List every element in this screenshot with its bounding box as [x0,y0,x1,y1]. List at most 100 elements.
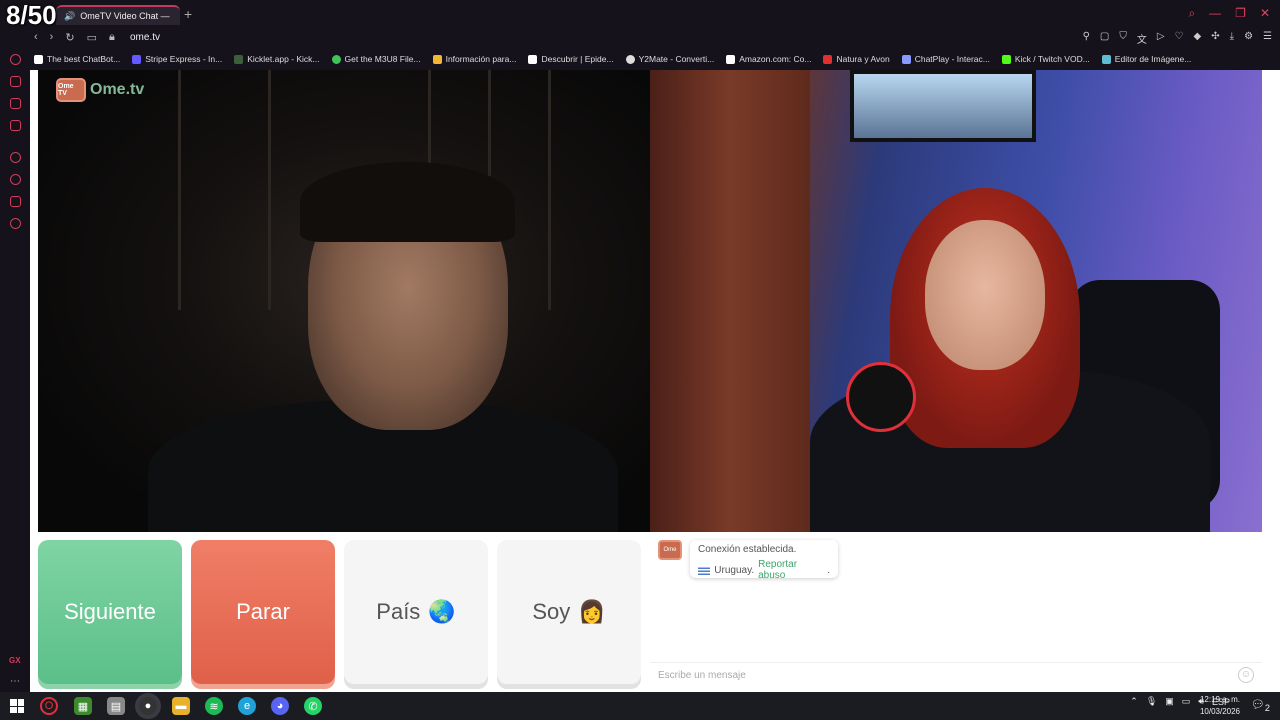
lock-icon: 🔒︎ [108,31,115,43]
bookmark[interactable]: Kicklet.app - Kick... [234,54,320,64]
bookmark[interactable]: Natura y Avon [823,54,890,64]
remote-video [650,70,1262,532]
local-video: Ome TV Ome.tv [38,70,650,532]
bookmark-favicon [1101,54,1111,64]
network-icon[interactable]: ▭ [1182,696,1191,707]
tab-ometv[interactable]: 🔊 OmeTV Video Chat — [56,5,180,25]
bookmark[interactable]: Stripe Express - In... [132,54,222,64]
capture-icon[interactable]: ▣ [1165,696,1174,707]
bookmark-favicon [432,54,442,64]
bookmark-label: Y2Mate - Converti... [638,54,715,64]
bookmarks-bar: The best ChatBot... Stripe Express - In.… [30,48,1280,70]
message-bar: Escribe un mensaje ☺ [650,662,1262,688]
bookmark-favicon [823,54,833,64]
messenger-icon[interactable] [10,120,21,131]
woman-icon: 👩 [578,599,606,624]
snapshot-icon[interactable]: ▢ [1100,31,1109,46]
bookmark-label: Stripe Express - In... [145,54,223,64]
tv-logo-icon: Ome TV [56,78,86,102]
heart-icon[interactable]: ♡ [1175,31,1184,46]
bookmark-favicon [901,54,911,64]
pin-icon[interactable]: ⚲ [1083,31,1090,46]
search-icon[interactable]: ⌕ [1188,6,1195,21]
speaker-icon: 🔊 [64,10,76,21]
forward-icon[interactable]: › [50,31,54,44]
minecraft-icon[interactable]: ▦ [74,697,92,715]
stop-button[interactable]: Parar [191,540,335,684]
settings-icon[interactable]: ⚙ [1244,31,1253,46]
new-tab-button[interactable]: + [184,6,192,22]
bookmark-label: Natura y Avon [836,54,890,64]
bookmark[interactable]: Información para... [432,54,516,64]
microphone-tray-icon[interactable]: 🎙︎ [1146,696,1157,707]
bookmark-label: ChatPlay - Interac... [914,54,990,64]
browser-titlebar: 🔊 OmeTV Video Chat — + ⌕ — ❐ ✕ [0,0,1280,28]
minimize-button[interactable]: — [1209,6,1221,21]
player-icon[interactable] [10,152,21,163]
message-input[interactable]: Escribe un mensaje [658,670,746,681]
gender-label: Soy [532,599,571,624]
gender-button[interactable]: Soy 👩 [497,540,641,684]
extension-icon[interactable]: ◆ [1194,31,1202,46]
app-icon[interactable]: ▤ [107,697,125,715]
twitch-icon[interactable] [10,76,21,87]
next-button[interactable]: Siguiente [38,540,182,684]
obs-icon[interactable]: ● [139,697,157,715]
country-button[interactable]: País 🌏 [344,540,488,684]
next-label: Siguiente [64,599,156,624]
edge-icon[interactable]: e [238,697,256,715]
shield-icon[interactable]: ⛉ [1119,31,1127,46]
file-explorer-icon[interactable]: ▬ [172,697,190,715]
bookmark-favicon [234,54,244,64]
box-icon[interactable] [10,196,21,207]
translate-icon[interactable]: 文 [1137,31,1147,46]
bookmark-favicon [132,54,142,64]
taskbar: O ▦ ▤ ● ▬ ≋ e ◕ ✆ ⌃ 🎙︎ ▣ ▭ 🔊︎ ESP 12:19 … [0,692,1280,720]
settings-icon[interactable] [10,218,21,229]
close-button[interactable]: ✕ [1260,6,1270,21]
bookmark[interactable]: Y2Mate - Converti... [625,54,715,64]
clock-icon[interactable] [10,174,21,185]
windows-start-icon[interactable] [10,699,24,713]
connection-status: Conexión establecida. [698,544,797,555]
camera-icon[interactable]: ▭ [87,31,97,44]
bookmark[interactable]: Kick / Twitch VOD... [1001,54,1090,64]
country-label: País [376,599,421,624]
reload-icon[interactable]: ↻ [65,31,74,44]
back-icon[interactable]: ‹ [34,31,38,44]
restore-button[interactable]: ❐ [1235,6,1246,21]
ometv-avatar-icon: Ome TV [658,540,682,569]
bookmark[interactable]: ChatPlay - Interac... [901,54,990,64]
bookmark[interactable]: The best ChatBot... [34,54,120,64]
report-abuse-link[interactable]: Reportar abuso [758,559,823,581]
whatsapp-icon[interactable]: ✆ [304,697,322,715]
emoji-icon[interactable]: ☺ [1238,667,1254,683]
bookmark-label: The best ChatBot... [47,54,121,64]
puzzle-icon[interactable]: ✣ [1211,31,1219,46]
history-icon[interactable] [10,54,21,65]
bookmark-label: Kick / Twitch VOD... [1014,54,1090,64]
system-message: Conexión establecida. Uruguay. Reportar … [690,540,838,581]
bookmark[interactable]: Editor de Imágene... [1101,54,1191,64]
bookmark[interactable]: Get the M3U8 File... [331,54,421,64]
bookmark[interactable]: Amazon.com: Co... [726,54,811,64]
opera-gx-icon[interactable]: O [40,697,58,715]
clock[interactable]: 12:19 a. m. 10/03/2026 [1200,694,1240,718]
stop-label: Parar [236,599,290,624]
bookmark-favicon [726,54,736,64]
chevron-up-icon[interactable]: ⌃ [1130,696,1138,707]
bookmark-label: Descubrir | Epide... [541,54,614,64]
discord-icon[interactable]: ◕ [271,697,289,715]
gx-icon[interactable]: GX [9,656,21,665]
notifications-icon[interactable]: 💬︎2 [1251,698,1270,713]
bookmark[interactable]: Descubrir | Epide... [528,54,614,64]
play-icon[interactable]: ▷ [1157,31,1165,46]
menu-icon[interactable]: ☰ [1263,31,1272,46]
tab-title: OmeTV Video Chat — [80,11,170,21]
download-icon[interactable]: ⤓ [1230,31,1234,46]
spotify-icon[interactable]: ≋ [205,697,223,715]
notification-count: 2 [1264,703,1270,714]
more-icon[interactable]: ⋯ [10,676,20,687]
url-field[interactable]: ome.tv [130,32,160,43]
twitter-icon[interactable] [10,98,21,109]
